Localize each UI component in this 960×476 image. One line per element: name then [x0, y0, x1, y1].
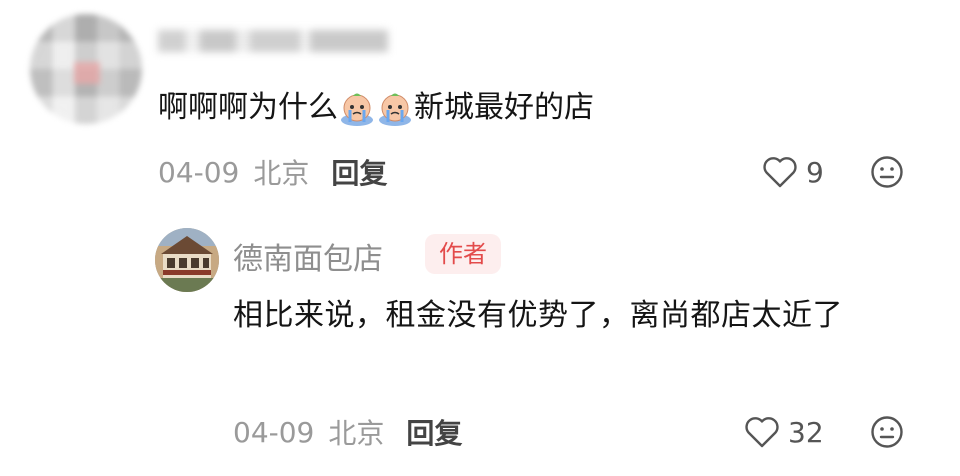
frown-face-icon [871, 416, 903, 448]
comment-meta: 04-09 北京 回复 [158, 152, 387, 192]
like-button[interactable]: 9 [762, 152, 824, 192]
avatar-detail [74, 62, 100, 84]
reply-location: 北京 [328, 417, 385, 450]
comment-text: 啊啊啊为什么 新城最好的店 [158, 86, 594, 130]
reply-like-count: 32 [788, 415, 824, 449]
frown-face-icon [871, 156, 903, 188]
heart-icon [763, 157, 797, 188]
comment-location: 北京 [253, 157, 310, 190]
crying-face-emoji [339, 90, 375, 126]
heart-icon [745, 417, 779, 448]
avatar[interactable] [30, 14, 142, 124]
author-badge: 作者 [425, 234, 501, 274]
reply-button[interactable]: 回复 [331, 152, 387, 192]
comment-thread: 啊啊啊为什么 新城最好的店 04-09 北京 回复 9 德南面包店 作者 相比来… [0, 0, 960, 476]
dislike-button[interactable] [870, 155, 904, 189]
reply-dislike-button[interactable] [870, 415, 904, 449]
shop-storefront-image [155, 228, 219, 292]
comment-text-prefix: 啊啊啊为什么 [158, 90, 338, 125]
reply-meta: 04-09 北京 回复 [233, 412, 462, 452]
reply-author-name[interactable]: 德南面包店 [233, 234, 383, 278]
reply-like-button[interactable]: 32 [744, 412, 824, 452]
crying-face-emoji [377, 90, 413, 126]
reply-reply-button[interactable]: 回复 [406, 412, 462, 452]
comment-text-suffix: 新城最好的店 [414, 90, 594, 125]
reply-date: 04-09 [233, 415, 315, 449]
comment-date: 04-09 [158, 155, 240, 189]
reply-text: 相比来说，租金没有优势了，离尚都店太近了 [233, 298, 843, 333]
like-count: 9 [806, 155, 824, 189]
username-blurred[interactable] [158, 30, 388, 52]
shop-avatar[interactable] [155, 228, 219, 292]
